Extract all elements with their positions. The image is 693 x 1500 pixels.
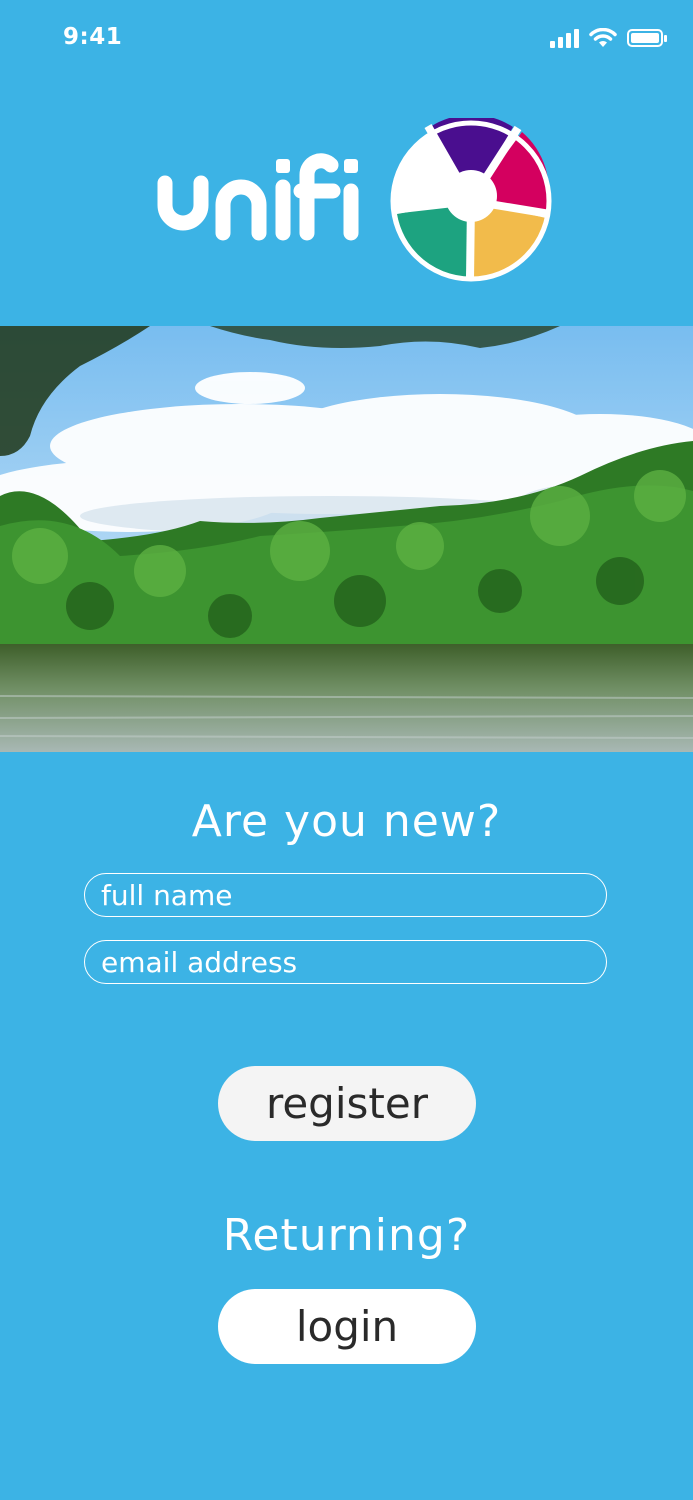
full-name-input[interactable]: [85, 874, 606, 916]
signal-icon: [550, 28, 579, 48]
register-button[interactable]: register: [218, 1066, 476, 1141]
hero-lake-photo: [0, 326, 693, 752]
email-input[interactable]: [85, 941, 606, 983]
full-name-field[interactable]: [84, 873, 607, 917]
wifi-icon: [589, 28, 617, 47]
status-time: 9:41: [63, 24, 123, 50]
register-heading: Are you new?: [191, 796, 502, 847]
returning-heading: Returning?: [222, 1210, 471, 1261]
status-bar: 9:41: [0, 0, 693, 80]
battery-icon: [627, 29, 667, 47]
unifi-wordmark: [157, 153, 359, 241]
unifi-wheel-icon: [390, 118, 552, 282]
login-button[interactable]: login: [218, 1289, 476, 1364]
email-field[interactable]: [84, 940, 607, 984]
unifi-logo: [155, 118, 555, 284]
status-icons: [550, 28, 667, 48]
